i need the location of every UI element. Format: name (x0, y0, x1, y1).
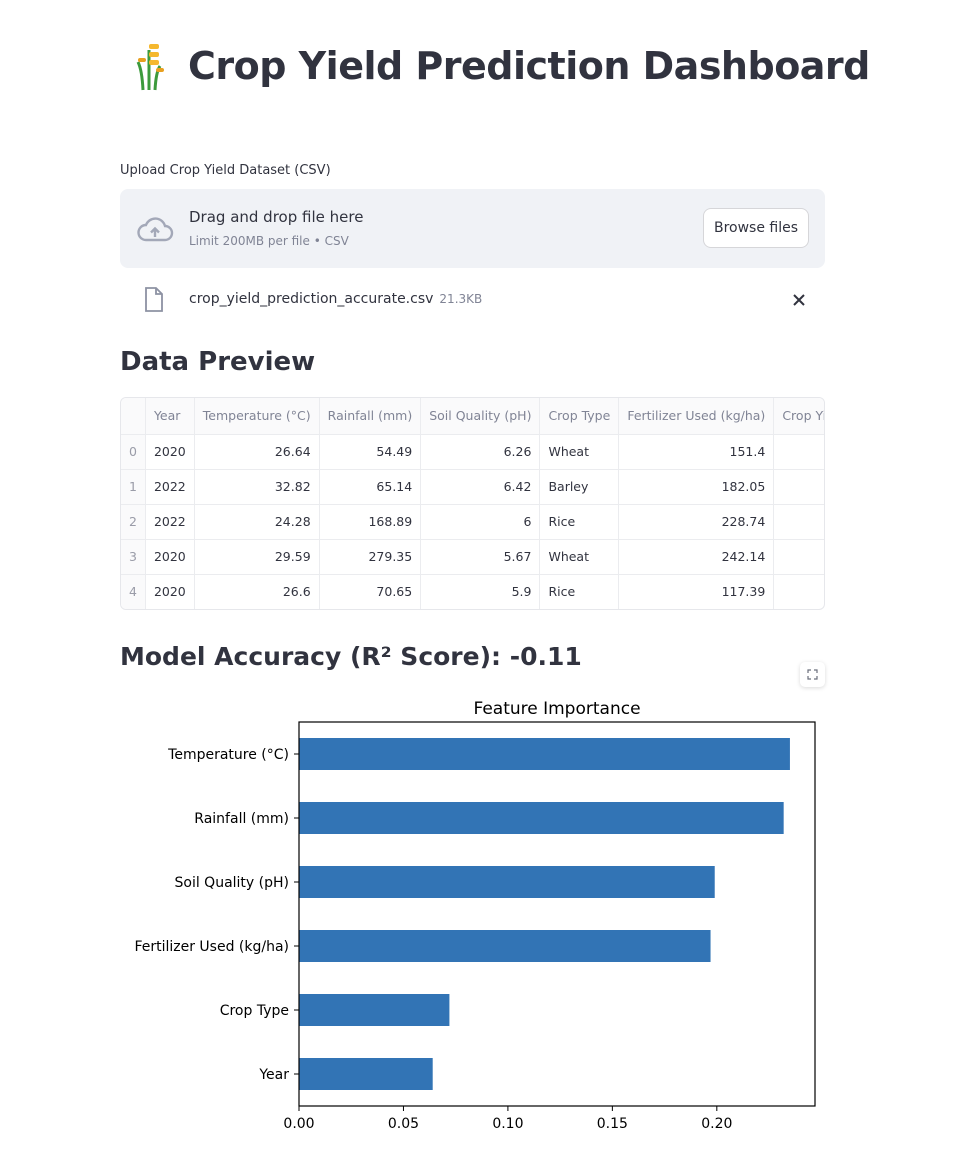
close-icon[interactable] (790, 291, 808, 309)
file-icon (145, 287, 163, 312)
uploaded-file: crop_yield_prediction_accurate.csv 21.3KB (120, 282, 825, 318)
x-tick-label: 0.20 (701, 1116, 732, 1132)
table-row: 4 2020 26.6 70.65 5.9 Rice 117.39 (121, 574, 824, 609)
table-cell[interactable]: 54.49 (319, 434, 422, 470)
file-dropzone[interactable]: Drag and drop file here Limit 200MB per … (120, 189, 825, 268)
table-cell[interactable]: 2020 (145, 539, 195, 575)
table-cell[interactable]: Wheat (539, 434, 620, 470)
page-title: Crop Yield Prediction Dashboard (188, 44, 870, 88)
table-cell[interactable]: Wheat (539, 539, 620, 575)
table-row: 2 2022 24.28 168.89 6 Rice 228.74 (121, 504, 824, 540)
bar (299, 802, 784, 834)
table-cell[interactable]: 117.39 (618, 574, 775, 609)
table-cell[interactable]: 2020 (145, 434, 195, 470)
table-cell[interactable]: 5.9 (420, 574, 541, 609)
table-cell[interactable]: 26.64 (194, 434, 320, 470)
data-preview-heading: Data Preview (120, 347, 316, 377)
table-cell[interactable]: 6 (420, 504, 541, 540)
y-tick-label: Temperature (°C) (167, 747, 289, 763)
column-header[interactable]: Crop Type (539, 398, 620, 435)
cloud-upload-icon (137, 217, 174, 242)
feature-importance-chart: Feature Importance Temperature (°C) Rainfa… (134, 699, 816, 1132)
bar (299, 1058, 433, 1090)
page-header: Crop Yield Prediction Dashboard (132, 36, 870, 96)
y-tick-label: Fertilizer Used (kg/ha) (134, 939, 289, 955)
column-header[interactable]: Temperature (°C) (194, 398, 320, 435)
x-tick-label: 0.05 (388, 1116, 419, 1132)
table-cell[interactable]: 6.42 (420, 469, 541, 505)
plot-frame (298, 721, 816, 1107)
uploaded-file-size: 21.3KB (439, 292, 483, 306)
fullscreen-button[interactable] (800, 662, 825, 687)
dropzone-instructions: Drag and drop file here (189, 208, 364, 226)
x-tick-label: 0.00 (283, 1116, 314, 1132)
y-tick-label: Soil Quality (pH) (175, 875, 290, 891)
bar (299, 866, 715, 898)
table-cell[interactable]: 65.14 (319, 469, 422, 505)
table-cell[interactable]: 168.89 (319, 504, 422, 540)
browse-files-button[interactable]: Browse files (703, 208, 809, 248)
table-cell[interactable] (773, 434, 824, 470)
row-index[interactable]: 3 (121, 539, 146, 575)
table-row: 3 2020 29.59 279.35 5.67 Wheat 242.14 (121, 539, 824, 575)
uploaded-file-info: crop_yield_prediction_accurate.csv 21.3KB (189, 291, 482, 307)
column-header[interactable]: Rainfall (mm) (319, 398, 422, 435)
table-cell[interactable] (773, 504, 824, 540)
table-cell[interactable] (773, 574, 824, 609)
row-index[interactable]: 4 (121, 574, 146, 609)
dropzone-limit: Limit 200MB per file • CSV (189, 234, 349, 248)
row-index[interactable]: 2 (121, 504, 146, 540)
table-row: 0 2020 26.64 54.49 6.26 Wheat 151.4 (121, 434, 824, 470)
table-cell[interactable]: 2022 (145, 469, 195, 505)
table-cell[interactable]: 2020 (145, 574, 195, 609)
table-cell[interactable]: 29.59 (194, 539, 320, 575)
model-accuracy-heading: Model Accuracy (R² Score): -0.11 (120, 642, 582, 671)
bar (299, 738, 790, 770)
table-cell[interactable] (773, 539, 824, 575)
row-index[interactable]: 0 (121, 434, 146, 470)
table-cell[interactable]: 70.65 (319, 574, 422, 609)
table-cell[interactable]: 228.74 (618, 504, 775, 540)
chart-title: Feature Importance (473, 699, 640, 719)
row-index[interactable]: 1 (121, 469, 146, 505)
bar (299, 930, 711, 962)
sheaf-of-rice-icon (136, 44, 164, 91)
expand-icon (807, 669, 818, 680)
y-tick-label: Year (258, 1067, 289, 1083)
y-tick-label: Crop Type (220, 1003, 289, 1019)
table-cell[interactable]: 2022 (145, 504, 195, 540)
x-tick-label: 0.15 (597, 1116, 628, 1132)
table-cell[interactable]: 182.05 (618, 469, 775, 505)
bar (299, 994, 450, 1026)
table-cell[interactable]: 26.6 (194, 574, 320, 609)
column-header[interactable]: Crop Yie (773, 398, 824, 435)
index-header (121, 398, 146, 435)
table-cell[interactable]: 6.26 (420, 434, 541, 470)
data-preview-table[interactable]: Year Temperature (°C) Rainfall (mm) Soil Qu… (120, 397, 825, 610)
table-cell[interactable]: Barley (539, 469, 620, 505)
column-header[interactable]: Soil Quality (pH) (420, 398, 541, 435)
table-row: 1 2022 32.82 65.14 6.42 Barley 182.05 (121, 469, 824, 505)
uploaded-file-name: crop_yield_prediction_accurate.csv (189, 291, 434, 307)
table-cell[interactable]: 242.14 (618, 539, 775, 575)
table-cell[interactable]: 32.82 (194, 469, 320, 505)
table-cell[interactable]: 24.28 (194, 504, 320, 540)
table-cell[interactable]: Rice (539, 504, 620, 540)
column-header[interactable]: Fertilizer Used (kg/ha) (618, 398, 775, 435)
y-tick-label: Rainfall (mm) (194, 811, 289, 827)
upload-label: Upload Crop Yield Dataset (CSV) (120, 163, 331, 178)
x-tick-label: 0.10 (492, 1116, 523, 1132)
table-cell[interactable] (773, 469, 824, 505)
table-cell[interactable]: 151.4 (618, 434, 775, 470)
table-cell[interactable]: 5.67 (420, 539, 541, 575)
table-cell[interactable]: 279.35 (319, 539, 422, 575)
table-cell[interactable]: Rice (539, 574, 620, 609)
column-header[interactable]: Year (145, 398, 195, 435)
